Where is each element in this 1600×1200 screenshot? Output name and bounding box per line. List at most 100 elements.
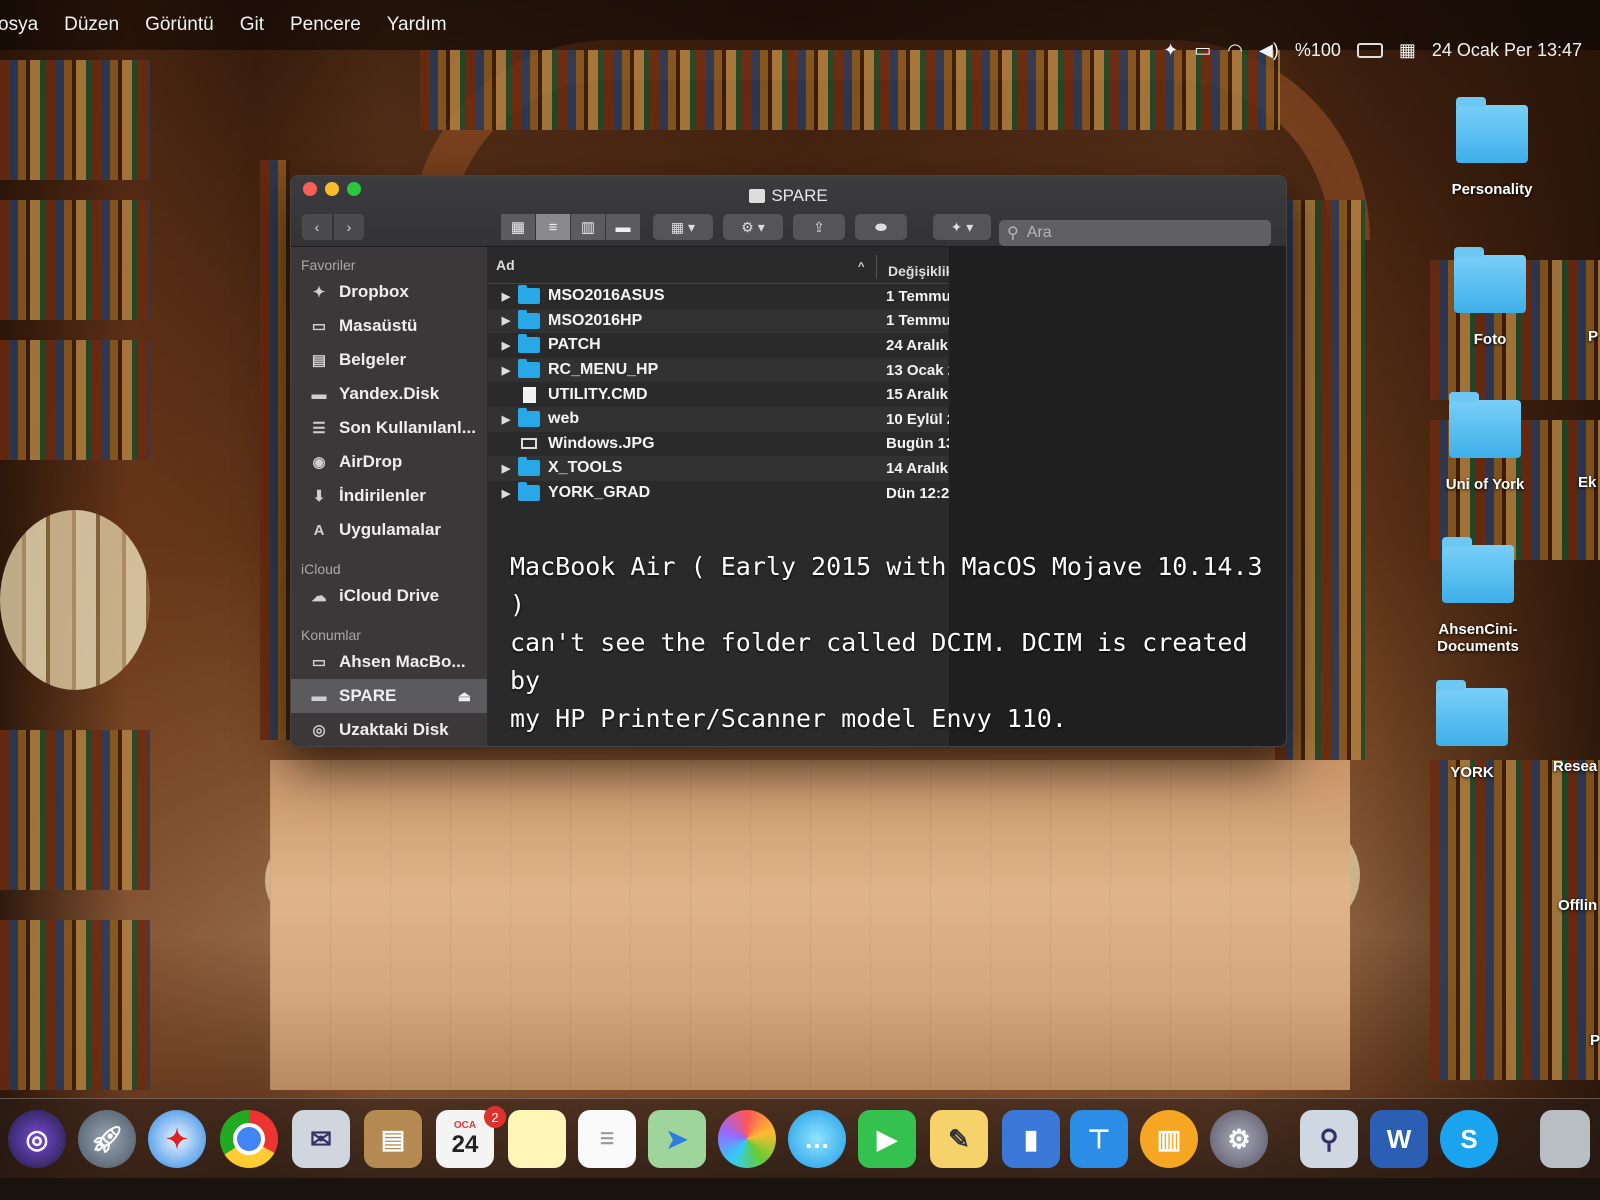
menu-help[interactable]: Yardım (387, 14, 447, 36)
sidebar-item-desktop[interactable]: ▭ Masaüstü (291, 309, 487, 343)
facetime-icon[interactable]: ▶ (858, 1110, 916, 1168)
sidebar-item-dropbox[interactable]: ✦ Dropbox (291, 275, 487, 309)
column-header-name[interactable]: Ad (496, 257, 515, 273)
gallery-view-button[interactable]: ▬ (606, 214, 640, 240)
group-menu-button[interactable]: ▦ ▾ (653, 214, 713, 240)
clock[interactable]: 24 Ocak Per 13:47 (1432, 40, 1582, 61)
sidebar-item-downloads[interactable]: ⬇ İndirilenler (291, 479, 487, 513)
list-item[interactable]: ▶ PATCH 24 Aralık (488, 333, 948, 358)
disclosure-triangle-icon[interactable]: ▶ (494, 290, 518, 303)
list-item[interactable]: UTILITY.CMD 15 Aralık 2 (488, 382, 961, 407)
list-item[interactable]: ▶ MSO2016ASUS 1 Temmuz (488, 284, 958, 309)
remote-disk-icon: ◎ (312, 722, 326, 739)
disclosure-triangle-icon[interactable]: ▶ (494, 339, 518, 352)
preview-icon[interactable]: ⚲ (1300, 1110, 1358, 1168)
desktop-partial-label[interactable]: P (1590, 1032, 1600, 1049)
battery-percent[interactable]: %100 (1295, 40, 1341, 61)
sidebar-item-airdrop[interactable]: ◉ AirDrop (291, 445, 487, 479)
desktop-folder-foto[interactable]: Foto (1430, 247, 1550, 348)
input-source-icon[interactable]: ▦ (1399, 40, 1416, 61)
desktop-folder-ahsencini-documents[interactable]: AhsenCini-Documents (1418, 537, 1538, 655)
desktop-folder-york[interactable]: YORK (1412, 680, 1532, 781)
dropbox-menu-button[interactable]: ✦ ▾ (933, 214, 991, 240)
desktop-partial-label[interactable]: P (1588, 328, 1598, 345)
menu-edit[interactable]: Düzen (64, 14, 119, 36)
menu-view[interactable]: Görüntü (145, 14, 214, 36)
list-item[interactable]: ▶ MSO2016HP 1 Temmuz (488, 308, 958, 334)
menu-items: osya Düzen Görüntü Git Pencere Yardım (0, 14, 447, 36)
list-view-button[interactable]: ≡ (536, 214, 570, 240)
sidebar-item-yandex-disk[interactable]: ▬ Yandex.Disk (291, 377, 487, 411)
list-item[interactable]: ▶ YORK_GRAD Dün 12:24 (488, 481, 958, 506)
chrome-icon[interactable] (220, 1110, 278, 1168)
desktop-partial-label[interactable]: Ek (1578, 474, 1596, 491)
mail-icon[interactable]: ✉ (292, 1110, 350, 1168)
pages-icon[interactable]: ✎ (930, 1110, 988, 1168)
messages-icon[interactable]: … (788, 1110, 846, 1168)
desktop-partial-label[interactable]: Resea (1553, 758, 1597, 775)
dropbox-icon[interactable]: ✦ (1163, 40, 1178, 61)
sidebar-item-label: Dropbox (339, 282, 409, 301)
search-field[interactable]: ⚲ Ara (999, 220, 1271, 246)
trash-icon[interactable] (1540, 1110, 1590, 1168)
forward-button[interactable]: › (334, 214, 364, 240)
list-item[interactable]: ▶ web 10 Eylül 2 (488, 406, 955, 432)
disclosure-triangle-icon[interactable]: ▶ (494, 364, 518, 377)
sidebar-item-recents[interactable]: ☰ Son Kullanılanl... (291, 411, 487, 445)
system-preferences-icon[interactable]: ⚙ (1210, 1110, 1268, 1168)
sidebar-item-documents[interactable]: ▤ Belgeler (291, 343, 487, 377)
list-item[interactable]: Windows.JPG Bugün 13 (488, 432, 954, 457)
window-title: SPARE (291, 186, 1286, 206)
keynote-icon[interactable]: ⊤ (1070, 1110, 1128, 1168)
tag-button[interactable]: ⬬ (855, 214, 907, 240)
notes-icon[interactable] (508, 1110, 566, 1168)
sidebar-item-spare[interactable]: ▬ SPARE ⏏ (291, 679, 487, 713)
column-view-button[interactable]: ▥ (571, 214, 605, 240)
icon-view-button[interactable]: ▦ (501, 214, 535, 240)
menu-window[interactable]: Pencere (290, 14, 361, 36)
ibooks-icon[interactable]: ▥ (1140, 1110, 1198, 1168)
volume-icon[interactable]: ◀) (1259, 40, 1279, 61)
list-item[interactable]: ▶ RC_MENU_HP 13 Ocak 2 (488, 357, 956, 383)
battery-icon[interactable] (1356, 43, 1383, 58)
airplay-icon[interactable]: ▭ (1194, 40, 1211, 61)
sidebar-item-remote-disk[interactable]: ◎ Uzaktaki Disk (291, 713, 487, 746)
disclosure-triangle-icon[interactable]: ▶ (494, 314, 518, 327)
numbers-icon[interactable]: ▮ (1002, 1110, 1060, 1168)
sidebar-item-label: Son Kullanılanl... (339, 418, 476, 437)
word-icon[interactable]: W (1370, 1110, 1428, 1168)
reminders-icon[interactable]: ☰ (578, 1110, 636, 1168)
contacts-icon[interactable]: ▤ (364, 1110, 422, 1168)
photos-icon[interactable] (718, 1110, 776, 1168)
action-gear-button[interactable]: ⚙ ▾ (723, 214, 783, 240)
disclosure-triangle-icon[interactable]: ▶ (494, 462, 518, 475)
menu-file[interactable]: osya (0, 14, 38, 36)
maps-icon[interactable]: ➤ (648, 1110, 706, 1168)
recents-icon: ☰ (312, 420, 326, 437)
eject-icon[interactable]: ⏏ (458, 688, 471, 705)
share-button[interactable]: ⇪ (793, 214, 845, 240)
folder-icon (1442, 537, 1514, 603)
launchpad-icon[interactable]: 🚀︎ (78, 1110, 136, 1168)
desktop-folder-personality[interactable]: Personality (1432, 97, 1552, 198)
view-mode-selector: ▦ ≡ ▥ ▬ (501, 214, 640, 240)
desktop-partial-label[interactable]: Offlin (1558, 897, 1597, 914)
disclosure-triangle-icon[interactable]: ▶ (494, 487, 518, 500)
desktop-folder-uni-of-york[interactable]: Uni of York (1425, 392, 1545, 493)
file-name: RC_MENU_HP (548, 361, 659, 379)
column-divider[interactable] (876, 255, 877, 279)
desktop-icon: ▭ (311, 318, 327, 335)
sidebar-item-icloud-drive[interactable]: ☁ iCloud Drive (291, 579, 487, 613)
back-button[interactable]: ‹ (302, 214, 332, 240)
sidebar-item-applications[interactable]: A Uygulamalar (291, 513, 487, 547)
disclosure-triangle-icon[interactable]: ▶ (494, 413, 518, 426)
file-date: Bugün 13 (886, 435, 955, 453)
skype-icon[interactable]: S (1440, 1110, 1498, 1168)
list-item[interactable]: ▶ X_TOOLS 14 Aralık (488, 456, 948, 481)
column-header-modified[interactable]: Değişiklik (888, 263, 953, 279)
sidebar-item-macbook[interactable]: ▭ Ahsen MacBo... (291, 645, 487, 679)
siri-icon[interactable]: ◎ (8, 1110, 66, 1168)
wifi-icon[interactable]: ◠ (1227, 40, 1243, 61)
menu-go[interactable]: Git (240, 14, 264, 36)
safari-icon[interactable]: ✦ (148, 1110, 206, 1168)
